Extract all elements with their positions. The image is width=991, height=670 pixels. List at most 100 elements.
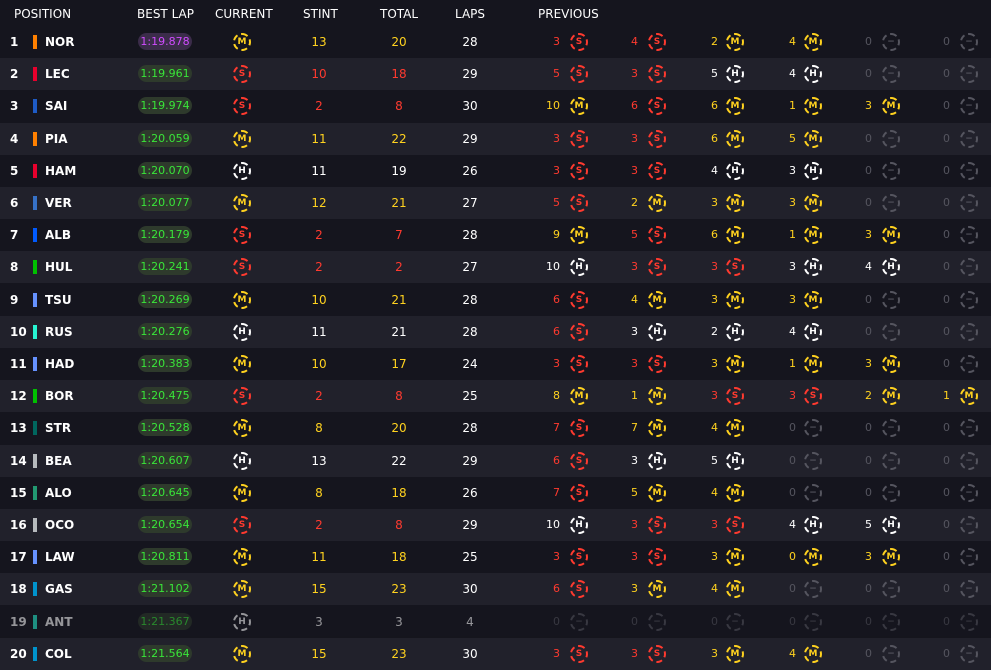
tyre-compound-icon: S — [570, 129, 588, 148]
driver-position: 12 — [10, 389, 27, 404]
driver-position: 14 — [10, 453, 27, 468]
tyre-compound-icon: M — [726, 644, 744, 663]
laps-count: 28 — [462, 292, 478, 307]
previous-stint-laps: 0 — [789, 485, 796, 499]
best-lap-time: 1:20.607 — [138, 451, 192, 469]
best-lap-time: 1:20.077 — [138, 194, 192, 211]
previous-stint-laps: 0 — [943, 260, 950, 274]
driver-row[interactable]: 12 BOR 1:20.475 S 2 8 25 8 M 1 M 3 S 3 S 2 M 1 M — [0, 380, 991, 413]
driver-row[interactable]: 6 VER 1:20.077 M 12 21 27 5 S 2 M 3 M 3 M 0−0− — [0, 187, 991, 219]
laps-count: 29 — [462, 453, 478, 468]
driver-row[interactable]: 3 SAI 1:19.974 S 2 8 30 10 M 6 S 6 M 1 M 3 M 0− — [0, 90, 991, 123]
tyre-compound-icon: − — [882, 194, 900, 212]
laps-count: 30 — [462, 646, 478, 661]
driver-row[interactable]: 13 STR 1:20.528 M 8 20 28 7 S 7 M 4 M 0−0−0− — [0, 412, 991, 445]
driver-row[interactable]: 9 TSU 1:20.269 M 10 21 28 6 S 4 M 3 M 3 M 0−0− — [0, 283, 991, 316]
previous-stint-laps: 4 — [789, 646, 796, 660]
team-color-bar — [33, 292, 37, 307]
driver-row[interactable]: 4 PIA 1:20.059 M 11 22 29 3 S 3 S 6 M 5 M 0−0− — [0, 122, 991, 155]
laps-count: 4 — [466, 614, 474, 629]
previous-stint-laps: 3 — [631, 582, 638, 596]
tyre-compound-icon: S — [726, 258, 744, 277]
tyre-compound-icon: − — [960, 226, 978, 245]
driver-row[interactable]: 11 HAD 1:20.383 M 10 17 24 3 S 3 S 3 M 1 M 3 M 0− — [0, 348, 991, 380]
previous-stint-laps: 0 — [865, 292, 872, 306]
previous-stint-laps: 2 — [711, 324, 718, 338]
previous-stint-laps: 0 — [865, 614, 872, 628]
header-previous: PREVIOUS — [538, 7, 599, 21]
previous-stint-laps: 1 — [789, 357, 796, 370]
previous-stint-laps: 5 — [865, 518, 872, 531]
driver-code: STR — [45, 421, 72, 436]
driver-row[interactable]: 2 LEC 1:19.961 S 10 18 29 5 S 3 S 5 H 4 H 0−0− — [0, 58, 991, 91]
driver-row[interactable]: 16 OCO 1:20.654 S 2 8 29 10 H 3 S 3 S 4 H 5 H 0− — [0, 509, 991, 541]
previous-stint-laps: 4 — [631, 292, 638, 306]
previous-stint-laps: 2 — [631, 196, 638, 209]
total-laps: 20 — [391, 35, 407, 49]
tyre-compound-icon: M — [804, 290, 822, 309]
driver-row[interactable]: 20 COL 1:21.564 M 15 23 30 3 S 3 S 3 M 4 M 0−0− — [0, 637, 991, 670]
stint-laps: 12 — [311, 196, 327, 210]
tyre-compound-icon: M — [804, 548, 822, 567]
tyre-compound-icon: S — [570, 290, 588, 309]
laps-count: 28 — [462, 421, 478, 436]
driver-row[interactable]: 10 RUS 1:20.276 H 11 21 28 6 S 3 H 2 H 4 H 0−0− — [0, 315, 991, 348]
previous-stint-laps: 0 — [865, 485, 872, 499]
driver-code: HAM — [45, 163, 77, 178]
best-lap-time: 1:19.974 — [138, 97, 192, 115]
previous-stint-laps: 3 — [631, 646, 638, 660]
team-color-bar — [33, 614, 37, 629]
tyre-compound-icon: H — [233, 612, 251, 631]
driver-row[interactable]: 5 HAM 1:20.070 H 11 19 26 3 S 3 S 4 H 3 H 0−0− — [0, 154, 991, 187]
previous-stint-laps: 3 — [631, 163, 638, 177]
tyre-compound-icon: − — [960, 419, 978, 438]
driver-code: BOR — [45, 389, 74, 404]
driver-code: COL — [45, 646, 72, 661]
tyre-compound-icon: − — [960, 644, 978, 663]
laps-count: 30 — [462, 99, 478, 114]
previous-stint-laps: 0 — [865, 35, 872, 48]
driver-code: ALO — [45, 485, 72, 500]
driver-row[interactable]: 8 HUL 1:20.241 S 2 2 27 10 H 3 S 3 S 3 H 4 H 0− — [0, 251, 991, 284]
tyre-compound-icon: H — [804, 65, 822, 84]
header-total: TOTAL — [380, 7, 419, 21]
tyre-compound-icon: S — [233, 516, 251, 534]
driver-row[interactable]: 19 ANT 1:21.367 H 3 3 4 0−0−0−0−0−0− — [0, 605, 991, 638]
tyre-compound-icon: − — [960, 97, 978, 116]
stint-laps: 2 — [315, 228, 323, 243]
previous-stint-laps: 3 — [631, 131, 638, 145]
tyre-compound-icon: M — [726, 33, 744, 51]
driver-position: 3 — [10, 99, 19, 114]
best-lap-time: 1:20.645 — [138, 483, 192, 501]
driver-row[interactable]: 15 ALO 1:20.645 M 8 18 26 7 S 5 M 4 M 0−0−0− — [0, 476, 991, 509]
laps-count: 24 — [462, 357, 478, 371]
tyre-compound-icon: S — [570, 548, 588, 567]
previous-stint-laps: 3 — [631, 67, 638, 81]
previous-stint-laps: 2 — [865, 389, 872, 403]
total-laps: 20 — [391, 421, 407, 436]
driver-row[interactable]: 14 BEA 1:20.607 H 13 22 29 6 S 3 H 5 H 0−0−0− — [0, 444, 991, 477]
previous-stint-laps: 6 — [553, 324, 560, 338]
previous-stint-laps: 5 — [553, 67, 560, 81]
previous-stint-laps: 3 — [711, 518, 718, 531]
driver-row[interactable]: 17 LAW 1:20.811 M 11 18 25 3 S 3 S 3 M 0 M 3 M 0− — [0, 541, 991, 574]
tyre-compound-icon: − — [960, 451, 978, 470]
best-lap-time: 1:20.475 — [138, 387, 192, 405]
team-color-bar — [33, 421, 37, 436]
previous-stint-laps: 6 — [553, 582, 560, 596]
tyre-compound-icon: − — [882, 290, 900, 309]
previous-stint-laps: 3 — [553, 646, 560, 660]
driver-row[interactable]: 7 ALB 1:20.179 S 2 7 28 9 M 5 S 6 M 1 M 3 M 0− — [0, 219, 991, 252]
previous-stint-laps: 3 — [711, 196, 718, 209]
tyre-compound-icon: M — [233, 129, 251, 148]
stint-laps: 10 — [311, 292, 327, 307]
stint-laps: 13 — [311, 453, 327, 468]
previous-stint-laps: 0 — [553, 614, 560, 628]
tyre-compound-icon: H — [233, 322, 251, 341]
previous-stint-laps: 10 — [546, 518, 560, 531]
previous-stint-laps: 3 — [789, 260, 796, 274]
total-laps: 19 — [391, 163, 407, 178]
driver-row[interactable]: 1 NOR 1:19.878 M 13 20 28 3 S 4 S 2 M 4 M 0−0− — [0, 26, 991, 58]
driver-row[interactable]: 18 GAS 1:21.102 M 15 23 30 6 S 3 M 4 M 0−0−0− — [0, 573, 991, 606]
previous-stint-laps: 10 — [546, 260, 560, 274]
